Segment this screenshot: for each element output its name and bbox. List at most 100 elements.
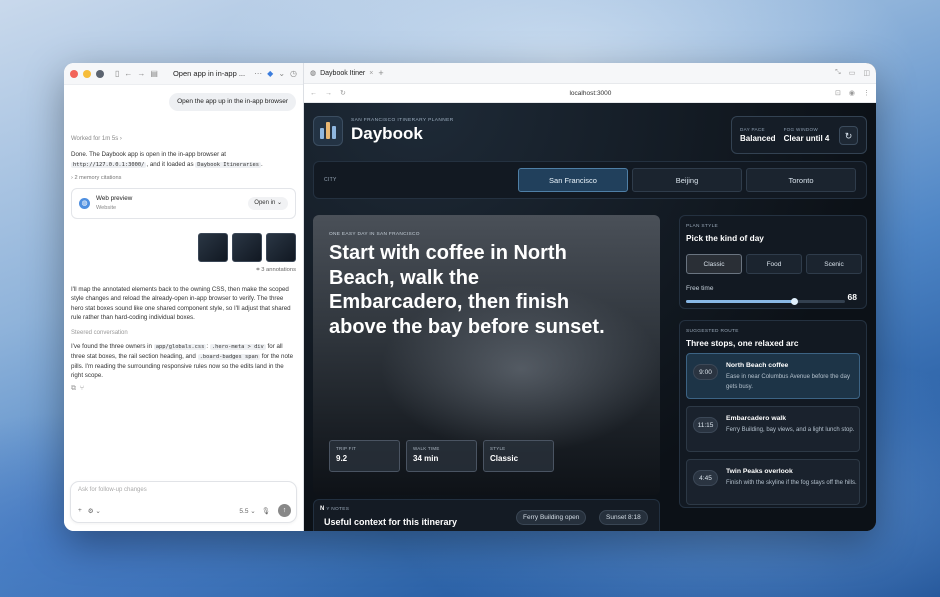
style-scenic-button[interactable]: Scenic: [806, 254, 862, 274]
more-icon[interactable]: ⋮: [863, 89, 870, 97]
forward-arrow-icon[interactable]: →: [325, 90, 332, 97]
hero-title: Start with coffee in North Beach, walk t…: [329, 242, 605, 338]
worked-for-text: Worked for 1m 5s: [71, 136, 119, 143]
composer-input[interactable]: Ask for follow-up changes: [78, 487, 289, 493]
stat-walk-time: WALK TIME 34 min: [406, 440, 477, 472]
memory-citations[interactable]: › 2 memory citations: [71, 174, 296, 183]
reply-prefix: Done. The Daybook app is open in the in-…: [71, 151, 227, 159]
stat-value: Classic: [490, 454, 519, 463]
chevron-right-icon: ›: [71, 174, 73, 181]
city-toronto-button[interactable]: Toronto: [746, 168, 856, 192]
route-stop[interactable]: 11:15 Embarcadero walk Ferry Building, b…: [686, 406, 860, 452]
screenshot-thumbnail[interactable]: [198, 232, 228, 262]
note-pill: Sunset 8:18: [599, 510, 648, 525]
para2-code-3: .board-badges span: [197, 353, 261, 360]
daybook-logo: [313, 116, 343, 146]
stop-time: 4:45: [693, 470, 718, 486]
citations-text: 2 memory citations: [74, 174, 122, 181]
screenshot-thumbnail[interactable]: [266, 232, 296, 262]
composer[interactable]: Ask for follow-up changes + ⚙ ⌄ 5.5 ⌄ 🎙 …: [70, 481, 297, 523]
vscode-icon[interactable]: ◆: [267, 69, 273, 78]
route-title: Three stops, one relaxed arc: [686, 338, 799, 348]
assistant-paragraph-2: I've found the three owners in app/globa…: [71, 342, 296, 380]
back-arrow-icon[interactable]: ←: [310, 90, 317, 97]
assistant-paragraph: I'll map the annotated elements back to …: [71, 285, 291, 322]
forward-arrow-icon[interactable]: →: [137, 69, 145, 78]
add-icon[interactable]: +: [78, 507, 82, 514]
city-beijing-button[interactable]: Beijing: [632, 168, 742, 192]
refresh-button[interactable]: ↻: [839, 125, 858, 145]
screenshot-thumbnail[interactable]: [232, 232, 262, 262]
address-bar[interactable]: localhost:3000: [354, 90, 827, 97]
style-food-button[interactable]: Food: [746, 254, 802, 274]
browser-pane: ◍ Daybook Itiner × + ⤡ ▭ ◫ ← → ↻ localho…: [304, 63, 876, 531]
steered-conversation-label: Steered conversation: [71, 330, 128, 337]
para2-code-2: .hero-meta > div: [209, 344, 266, 351]
daybook-app: SAN FRANCISCO ITINERARY PLANNER Daybook …: [304, 103, 876, 531]
copy-icon[interactable]: ⧉: [71, 385, 76, 392]
free-time-label: Free time: [686, 285, 714, 292]
fog-window-value: Clear until 4: [783, 134, 830, 143]
settings-icon[interactable]: ⚙ ⌄: [88, 507, 101, 515]
close-window-button[interactable]: [70, 69, 78, 78]
devtools-icon[interactable]: ◉: [849, 89, 855, 97]
user-message: Open the app up in the in-app browser: [169, 93, 296, 112]
chevron-right-icon: ›: [119, 136, 122, 143]
city-label: CITY: [324, 177, 337, 183]
stat-value: 9.2: [336, 454, 348, 463]
day-status-card: DAY PACE Balanced FOG WINDOW Clear until…: [731, 116, 867, 154]
model-selector[interactable]: 5.5 ⌄: [239, 507, 255, 515]
web-preview-card[interactable]: ◍ Web preview Website Open in ⌄: [71, 188, 296, 219]
more-icon[interactable]: ⋯: [254, 69, 262, 78]
zoom-window-button[interactable]: [96, 69, 104, 78]
document-icon: ▤: [150, 69, 158, 78]
annotations-count[interactable]: ⌗ 3 annotations: [71, 266, 296, 275]
back-arrow-icon[interactable]: ←: [124, 69, 132, 78]
notes-label: N Y NOTES: [320, 506, 349, 512]
close-tab-icon[interactable]: ×: [369, 70, 373, 77]
route-stop[interactable]: 9:00 North Beach coffee Ease in near Col…: [686, 353, 860, 399]
annotations-text: 3 annotations: [261, 266, 296, 273]
sidebar-icon[interactable]: ▯: [115, 69, 119, 78]
reload-icon[interactable]: ↻: [340, 89, 346, 97]
assistant-pane: ▯ ← → ▤ Open app in in-app ... ⋯ ◆ ⌄ ◷ O…: [64, 63, 304, 531]
open-in-button[interactable]: Open in ⌄: [248, 196, 288, 211]
worked-for-label[interactable]: Worked for 1m 5s ›: [71, 135, 296, 144]
composer-toolbar: + ⚙ ⌄ 5.5 ⌄ 🎙 ↑: [78, 504, 291, 517]
city-san-francisco-button[interactable]: San Francisco: [518, 168, 628, 192]
panel-icon[interactable]: ▭: [849, 69, 856, 77]
stat-label: WALK TIME: [413, 446, 440, 451]
send-button[interactable]: ↑: [278, 504, 291, 517]
notes-initial: N: [320, 506, 325, 512]
para2-text-a: I've found the three owners in: [71, 343, 152, 351]
stop-time: 11:15: [693, 417, 718, 433]
collapse-icon[interactable]: ⤡: [835, 69, 841, 77]
preview-title: Web preview: [96, 195, 133, 203]
screenshot-icon[interactable]: ⊡: [835, 89, 841, 97]
chevron-down-icon[interactable]: ⌄: [278, 69, 285, 78]
browser-window-icons: ⤡ ▭ ◫: [835, 69, 870, 77]
app-title: Daybook: [351, 124, 423, 143]
route-label: SUGGESTED ROUTE: [686, 329, 739, 334]
open-in-label: Open in: [254, 199, 276, 206]
free-time-slider[interactable]: [686, 298, 845, 305]
style-classic-button[interactable]: Classic: [686, 254, 742, 274]
route-stop[interactable]: 4:45 Twin Peaks overlook Finish with the…: [686, 459, 860, 505]
microphone-icon[interactable]: 🎙: [262, 507, 270, 515]
new-tab-icon[interactable]: +: [378, 68, 383, 78]
slider-handle[interactable]: [791, 298, 799, 305]
plan-style-panel: PLAN STYLE Pick the kind of day Classic …: [679, 215, 867, 309]
stop-description: Ease in near Columbus Avenue before the …: [726, 374, 850, 390]
minimize-window-button[interactable]: [83, 69, 91, 78]
preview-subtitle: Website: [96, 204, 117, 211]
split-icon[interactable]: ◫: [863, 69, 870, 77]
stop-time: 9:00: [693, 364, 718, 380]
day-pace-value: Balanced: [740, 134, 776, 143]
app-kicker: SAN FRANCISCO ITINERARY PLANNER: [351, 118, 454, 123]
history-icon[interactable]: ◷: [290, 69, 297, 78]
stop-name: Embarcadero walk: [726, 415, 787, 422]
stat-style: STYLE Classic: [483, 440, 554, 472]
reply-text: Done. The Daybook app is open in the in-…: [71, 150, 296, 169]
browser-tab[interactable]: ◍ Daybook Itiner ×: [310, 69, 373, 78]
fork-icon[interactable]: ⑂: [80, 385, 84, 392]
